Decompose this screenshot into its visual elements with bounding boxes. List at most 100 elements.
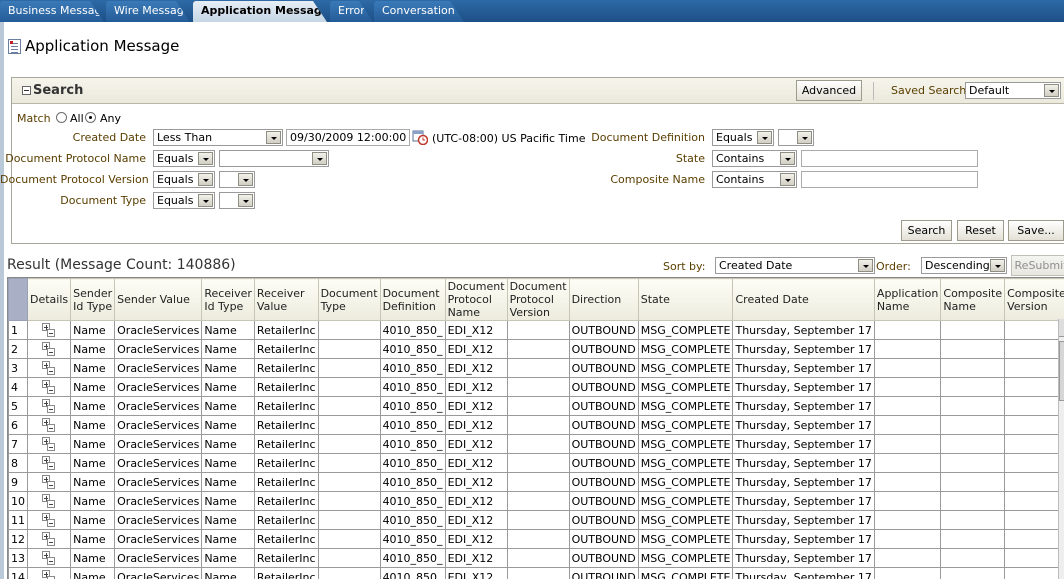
- doc-definition-value-select[interactable]: [778, 129, 814, 146]
- created-date-operator-select[interactable]: Less Than: [153, 129, 283, 146]
- chevron-down-icon[interactable]: [780, 173, 795, 186]
- details-cell[interactable]: [26, 510, 72, 530]
- chevron-down-icon[interactable]: [238, 194, 253, 207]
- details-cell[interactable]: [26, 491, 72, 511]
- expand-details-icon[interactable]: [42, 437, 56, 451]
- vertical-scrollbar[interactable]: [1058, 319, 1064, 579]
- sort-by-select[interactable]: Created Date: [715, 257, 875, 274]
- chevron-down-icon[interactable]: [1044, 84, 1059, 97]
- resubmit-button[interactable]: ReSubmit: [1011, 255, 1064, 276]
- expand-details-icon[interactable]: [42, 361, 56, 375]
- column-header-sender-value[interactable]: Sender Value: [114, 278, 203, 321]
- column-header-receiver-id-type[interactable]: Receiver Id Type: [201, 278, 255, 321]
- doc-type-value-select[interactable]: [219, 192, 255, 209]
- save-button[interactable]: Save...: [1008, 220, 1064, 241]
- calendar-clock-icon[interactable]: [412, 129, 428, 145]
- column-header-created-date[interactable]: Created Date: [732, 278, 875, 321]
- expand-details-icon[interactable]: [42, 532, 56, 546]
- expand-details-icon[interactable]: [42, 456, 56, 470]
- table-row[interactable]: 2 Name OracleServices Name RetailerInc 4010_8…: [8, 339, 1064, 359]
- details-cell[interactable]: [26, 472, 72, 492]
- doc-definition-operator-select[interactable]: Equals: [712, 129, 774, 146]
- table-row[interactable]: 8 Name OracleServices Name RetailerInc 4010_8…: [8, 453, 1064, 473]
- chevron-down-icon[interactable]: [266, 131, 281, 144]
- expand-details-icon[interactable]: [42, 475, 56, 489]
- details-cell[interactable]: [26, 434, 72, 454]
- expand-details-icon[interactable]: [42, 494, 56, 508]
- expand-details-icon[interactable]: [42, 570, 56, 579]
- column-header-direction[interactable]: Direction: [568, 278, 639, 321]
- details-cell[interactable]: [26, 415, 72, 435]
- match-any-radio[interactable]: [85, 112, 96, 123]
- chevron-down-icon[interactable]: [780, 152, 795, 165]
- column-header-document-protocol-name[interactable]: Document Protocol Name: [444, 278, 508, 321]
- tab-error[interactable]: Error: [330, 1, 373, 22]
- table-row[interactable]: 6 Name OracleServices Name RetailerInc 4010_8…: [8, 415, 1064, 435]
- created-date-input[interactable]: 09/30/2009 12:00:00 AM: [286, 129, 410, 146]
- search-button[interactable]: Search: [901, 220, 952, 241]
- tab-wire-message[interactable]: Wire Message: [106, 1, 190, 22]
- table-row[interactable]: 3 Name OracleServices Name RetailerInc 4010_8…: [8, 358, 1064, 378]
- chevron-down-icon[interactable]: [198, 173, 213, 186]
- column-header-document-type[interactable]: Document Type: [317, 278, 381, 321]
- chevron-down-icon[interactable]: [858, 259, 873, 272]
- tab-business-message[interactable]: Business Message: [0, 1, 104, 22]
- table-row[interactable]: 5 Name OracleServices Name RetailerInc 4010_8…: [8, 396, 1064, 416]
- state-input[interactable]: [801, 150, 978, 167]
- expand-details-icon[interactable]: [42, 380, 56, 394]
- scroll-thumb[interactable]: [1059, 341, 1064, 401]
- chevron-down-icon[interactable]: [757, 131, 772, 144]
- expand-details-icon[interactable]: [42, 551, 56, 565]
- chevron-down-icon[interactable]: [990, 259, 1005, 272]
- table-row[interactable]: 4 Name OracleServices Name RetailerInc 4010_8…: [8, 377, 1064, 397]
- chevron-down-icon[interactable]: [797, 131, 812, 144]
- column-header-composite-version[interactable]: Composite Version: [1004, 278, 1064, 321]
- column-header-application-name[interactable]: Application Name: [873, 278, 942, 321]
- table-row[interactable]: 9 Name OracleServices Name RetailerInc 4010_8…: [8, 472, 1064, 492]
- column-header-document-definition[interactable]: Document Definition: [379, 278, 446, 321]
- expand-details-icon[interactable]: [42, 323, 56, 337]
- column-header-sender-id-type[interactable]: Sender Id Type: [70, 278, 116, 321]
- chevron-down-icon[interactable]: [198, 194, 213, 207]
- expand-details-icon[interactable]: [42, 513, 56, 527]
- advanced-button[interactable]: Advanced: [796, 80, 862, 101]
- table-row[interactable]: 12 Name OracleServices Name RetailerInc 4010_…: [8, 529, 1064, 549]
- doc-protocol-version-value-select[interactable]: [219, 171, 255, 188]
- column-header-state[interactable]: State: [637, 278, 734, 321]
- table-row[interactable]: 7 Name OracleServices Name RetailerInc 4010_8…: [8, 434, 1064, 454]
- expand-details-icon[interactable]: [42, 418, 56, 432]
- table-row[interactable]: 13 Name OracleServices Name RetailerInc 4010_…: [8, 548, 1064, 568]
- chevron-down-icon[interactable]: [312, 152, 327, 165]
- scroll-up-button[interactable]: [1059, 319, 1064, 337]
- collapse-icon[interactable]: [22, 86, 31, 95]
- details-cell[interactable]: [26, 453, 72, 473]
- doc-type-operator-select[interactable]: Equals: [153, 192, 215, 209]
- doc-protocol-name-value-select[interactable]: [219, 150, 329, 167]
- reset-button[interactable]: Reset: [957, 220, 1004, 241]
- table-row[interactable]: 11 Name OracleServices Name RetailerInc 4010_…: [8, 510, 1064, 530]
- order-select[interactable]: Descending: [921, 257, 1007, 274]
- details-cell[interactable]: [26, 339, 72, 359]
- saved-search-select[interactable]: Default: [965, 82, 1061, 99]
- table-row[interactable]: 10 Name OracleServices Name RetailerInc 4010_…: [8, 491, 1064, 511]
- tab-conversation[interactable]: Conversation: [374, 1, 464, 22]
- details-cell[interactable]: [26, 529, 72, 549]
- table-row[interactable]: 14 Name OracleServices Name RetailerInc 4010_…: [8, 567, 1064, 579]
- chevron-down-icon[interactable]: [238, 173, 253, 186]
- table-row[interactable]: 1 Name OracleServices Name RetailerInc 4010_8…: [8, 320, 1064, 340]
- details-cell[interactable]: [26, 548, 72, 568]
- column-header-document-protocol-version[interactable]: Document Protocol Version: [506, 278, 570, 321]
- details-cell[interactable]: [26, 567, 72, 579]
- state-operator-select[interactable]: Contains: [712, 150, 797, 167]
- details-cell[interactable]: [26, 396, 72, 416]
- expand-details-icon[interactable]: [42, 399, 56, 413]
- column-header-composite-name[interactable]: Composite Name: [940, 278, 1006, 321]
- column-header-details[interactable]: Details: [26, 278, 72, 321]
- details-cell[interactable]: [26, 320, 72, 340]
- details-cell[interactable]: [26, 377, 72, 397]
- details-cell[interactable]: [26, 358, 72, 378]
- column-header-rownum[interactable]: [8, 278, 28, 321]
- composite-name-operator-select[interactable]: Contains: [712, 171, 797, 188]
- match-all-radio[interactable]: [56, 112, 67, 123]
- chevron-down-icon[interactable]: [198, 152, 213, 165]
